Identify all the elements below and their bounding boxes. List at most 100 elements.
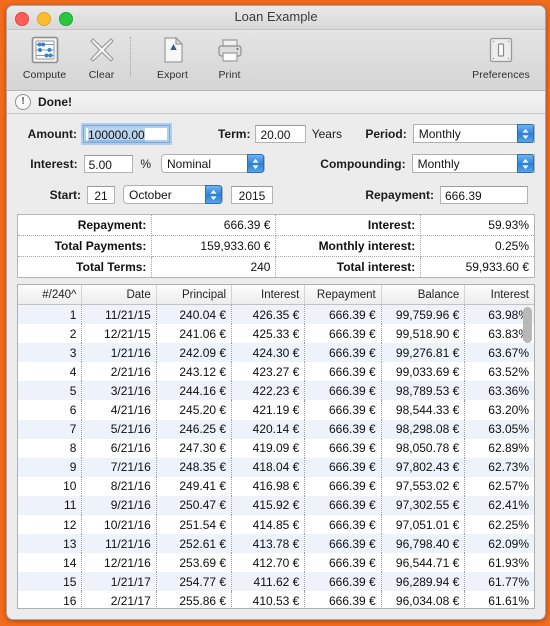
start-day-input[interactable]: 21 xyxy=(87,185,115,204)
table-cell-: 10 xyxy=(18,476,83,496)
table-cell-interest: 413.78 € xyxy=(231,534,306,554)
summary-row: Total Terms: 240 Total interest: 59,933.… xyxy=(17,256,535,278)
table-row[interactable]: 8 6/21/16 247.30 €419.09 €666.39 €98,050.7… xyxy=(18,438,534,458)
summary-key: Repayment: xyxy=(17,214,153,236)
table-row[interactable]: 15 1/21/17 254.77 €411.62 €666.39 €96,289.… xyxy=(18,572,534,592)
table-cell-balance: 99,518.90 € xyxy=(381,324,466,344)
term-unit-label: Years xyxy=(311,126,342,141)
x-cross-icon xyxy=(87,34,117,66)
table-cell-repayment: 666.39 € xyxy=(304,572,382,592)
printer-icon xyxy=(215,34,245,66)
compounding-select[interactable]: Monthly xyxy=(411,154,535,173)
status-text: Done! xyxy=(38,95,72,109)
compute-button[interactable]: Compute xyxy=(16,34,73,81)
period-value: Monthly xyxy=(418,126,461,141)
table-row[interactable]: 2 12/21/15 241.06 €425.33 €666.39 €99,518.… xyxy=(18,324,534,344)
desktop-background: Loan Example Compute Clear Export Print … xyxy=(0,0,550,626)
table-cell-balance: 97,302.55 € xyxy=(381,495,466,516)
table-row[interactable]: 1 11/21/15 240.04 €426.35 €666.39 €99,759.… xyxy=(18,304,534,325)
table-cell-balance: 97,802.43 € xyxy=(381,457,466,477)
summary-key: Total interest: xyxy=(275,256,422,278)
column-header-date[interactable]: Date xyxy=(81,285,157,305)
table-cell-interest: 419.09 € xyxy=(231,438,306,458)
chevron-updown-icon[interactable] xyxy=(517,124,534,143)
table-cell-interest: 411.62 € xyxy=(231,572,306,592)
loan-parameters-form: Amount: 100000.00 Term: 20.00 Years Peri… xyxy=(7,114,545,212)
column-header-interest-pct[interactable]: Interest xyxy=(464,285,534,305)
form-row-interest: Interest: 5.00 % Nominal Compounding: Mo… xyxy=(7,151,545,176)
amount-label: Amount: xyxy=(27,126,77,141)
table-cell-principal: 255.86 € xyxy=(156,591,233,608)
table-cell-: 16 xyxy=(18,591,83,608)
table-cell-: 15 xyxy=(18,572,83,592)
table-cell-date: 1/21/16 xyxy=(81,343,157,363)
rate-type-select[interactable]: Nominal xyxy=(161,154,266,173)
table-row[interactable]: 14 12/21/16 253.69 €412.70 €666.39 €96,544… xyxy=(18,553,534,573)
amortization-table-container[interactable]: #/240^ Date Principal Interest Repayment… xyxy=(17,284,535,609)
print-label: Print xyxy=(218,69,241,81)
interest-input[interactable]: 5.00 xyxy=(83,154,134,173)
scrollbar-thumb[interactable] xyxy=(523,307,532,343)
table-cell-balance: 98,789.53 € xyxy=(381,381,466,401)
document-up-arrow-icon xyxy=(158,34,188,66)
amount-input[interactable]: 100000.00 xyxy=(82,124,170,143)
table-row[interactable]: 7 5/21/16 246.25 €420.14 €666.39 €98,298.0… xyxy=(18,419,534,439)
repayment-input[interactable]: 666.39 xyxy=(440,185,528,204)
table-row[interactable]: 3 1/21/16 242.09 €424.30 €666.39 €99,276.8… xyxy=(18,343,534,363)
table-row[interactable]: 5 3/21/16 244.16 €422.23 €666.39 €98,789.5… xyxy=(18,381,534,401)
table-cell-interest: 425.33 € xyxy=(231,324,306,344)
start-label: Start: xyxy=(49,187,81,202)
table-row[interactable]: 10 8/21/16 249.41 €416.98 €666.39 €97,553.… xyxy=(18,476,534,496)
window-titlebar[interactable]: Loan Example xyxy=(7,6,545,30)
table-row[interactable]: 11 9/21/16 250.47 €415.92 €666.39 €97,302.… xyxy=(18,495,534,516)
table-cell-principal: 252.61 € xyxy=(156,534,233,554)
start-year-input[interactable]: 2015 xyxy=(231,185,273,204)
column-header-repayment[interactable]: Repayment xyxy=(304,285,382,305)
summary-value: 240 xyxy=(151,256,277,278)
preferences-button[interactable]: Preferences xyxy=(465,34,537,81)
table-cell-balance: 96,289.94 € xyxy=(381,572,466,592)
compounding-label: Compounding: xyxy=(320,156,406,171)
table-cell-principal: 244.16 € xyxy=(156,381,233,401)
repayment-label: Repayment: xyxy=(365,187,434,202)
term-input[interactable]: 20.00 xyxy=(255,124,306,143)
table-cell-repayment: 666.39 € xyxy=(304,438,382,458)
vertical-scrollbar[interactable] xyxy=(523,307,532,603)
table-cell-balance: 96,034.08 € xyxy=(381,591,466,608)
table-cell-principal: 254.77 € xyxy=(156,572,233,592)
chevron-updown-icon[interactable] xyxy=(247,154,265,173)
clear-button[interactable]: Clear xyxy=(73,34,130,81)
print-button[interactable]: Print xyxy=(201,34,258,81)
period-select[interactable]: Monthly xyxy=(412,124,535,143)
table-row[interactable]: 4 2/21/16 243.12 €423.27 €666.39 €99,033.6… xyxy=(18,362,534,382)
table-cell-interest: 421.19 € xyxy=(231,400,306,420)
table-cell-balance: 97,051.01 € xyxy=(381,515,466,535)
export-button[interactable]: Export xyxy=(144,34,201,81)
chevron-updown-icon[interactable] xyxy=(205,185,222,204)
start-month-value: October xyxy=(129,187,172,202)
table-row[interactable]: 13 11/21/16 252.61 €413.78 €666.39 €96,798… xyxy=(18,534,534,554)
table-cell-interest: 422.23 € xyxy=(231,381,306,401)
column-header-interest[interactable]: Interest xyxy=(231,285,306,305)
window-title: Loan Example xyxy=(234,9,318,24)
column-header-balance[interactable]: Balance xyxy=(381,285,466,305)
table-row[interactable]: 16 2/21/17 255.86 €410.53 €666.39 €96,034.… xyxy=(18,591,534,608)
table-cell-: 12 xyxy=(18,515,83,535)
resize-grip[interactable] xyxy=(520,595,532,607)
table-row[interactable]: 9 7/21/16 248.35 €418.04 €666.39 €97,802.4… xyxy=(18,457,534,477)
start-month-select[interactable]: October xyxy=(123,185,223,204)
table-cell-principal: 253.69 € xyxy=(156,553,233,573)
table-row[interactable]: 6 4/21/16 245.20 €421.19 €666.39 €98,544.3… xyxy=(18,400,534,420)
chevron-updown-icon[interactable] xyxy=(517,154,534,173)
column-header-principal[interactable]: Principal xyxy=(156,285,233,305)
table-cell-principal: 251.54 € xyxy=(156,515,233,535)
table-cell-repayment: 666.39 € xyxy=(304,553,382,573)
form-row-start: Start: 21 October 2015 Repayment: 666.39 xyxy=(7,182,545,207)
column-header-index[interactable]: #/240^ xyxy=(18,285,83,305)
summary-value: 666.39 € xyxy=(151,214,277,236)
table-row[interactable]: 12 10/21/16 251.54 €414.85 €666.39 €97,051… xyxy=(18,515,534,535)
amount-value: 100000.00 xyxy=(87,127,145,142)
table-cell-balance: 97,553.02 € xyxy=(381,476,466,496)
form-row-amount: Amount: 100000.00 Term: 20.00 Years Peri… xyxy=(7,121,545,146)
table-cell-repayment: 666.39 € xyxy=(304,343,382,363)
